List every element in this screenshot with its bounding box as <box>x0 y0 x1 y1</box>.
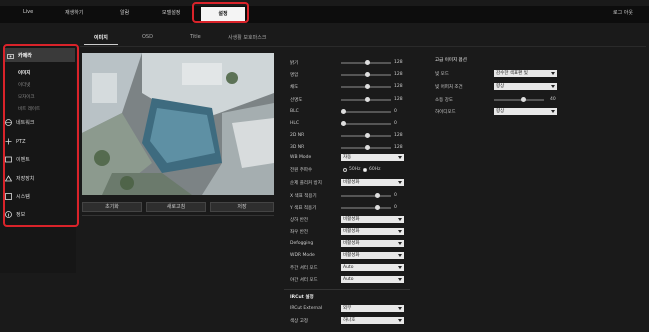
setting-select[interactable]: Auto <box>341 264 404 271</box>
setting-select[interactable]: 비활성화 <box>341 228 404 235</box>
power-frequency-label: 전원 주파수 <box>290 168 313 173</box>
y-ref-value: 0 <box>394 205 397 210</box>
dimming-strength-slider[interactable] <box>494 99 544 101</box>
slider-value: 128 <box>394 72 403 77</box>
setting-label: 야간 셔터 모드 <box>290 278 318 283</box>
setting-label: Defogging <box>290 241 314 246</box>
setting-label: WDR Mode <box>290 253 315 258</box>
dimming-strength-label: 소등 강도 <box>435 98 453 103</box>
x-ref-label: X 색표 적용기 <box>290 194 317 199</box>
ircut-title: IRCut 설정 <box>290 295 314 300</box>
slider-value: 128 <box>394 97 403 102</box>
slider-label: 선명도 <box>290 98 303 103</box>
tab-divider <box>80 46 646 47</box>
anti-flicker-label: 순제 플리커 방지 <box>290 181 322 186</box>
top-navigation: Live 재생하기 알람 모델설정 설정 로그 아웃 <box>0 6 649 23</box>
camera-scene-image <box>82 53 274 195</box>
slider-value: 128 <box>394 84 403 89</box>
setting-select[interactable]: 비활성화 <box>341 252 404 259</box>
x-ref-slider-knob[interactable] <box>375 193 380 198</box>
slider-value: 0 <box>394 109 397 114</box>
setting-slider-knob[interactable] <box>365 72 370 77</box>
slider-label: BLC <box>290 109 299 114</box>
setting-slider[interactable] <box>341 123 391 125</box>
tab-osd[interactable]: OSD <box>142 34 153 40</box>
slider-value: 0 <box>394 121 397 126</box>
setting-slider-knob[interactable] <box>365 145 370 150</box>
slider-label: 채도 <box>290 85 299 90</box>
nav-alarm[interactable]: 알람 <box>120 9 129 16</box>
setting-slider-knob[interactable] <box>341 121 346 126</box>
y-ref-slider[interactable] <box>341 207 391 209</box>
setup-highlight-box <box>192 2 249 23</box>
setting-select[interactable]: Auto <box>341 276 404 283</box>
preview-divider <box>82 215 274 216</box>
refresh-button[interactable]: 새로고침 <box>146 202 206 212</box>
ircut-external-label: IRCut External <box>290 306 323 311</box>
setting-select[interactable]: 비활성화 <box>341 216 404 223</box>
freq-50hz-label: 50Hz <box>349 167 361 172</box>
light-aperture-label: 빛 어퍼처 조건 <box>435 85 463 90</box>
nav-model-settings[interactable]: 모델설정 <box>162 9 180 16</box>
tab-privacy-mask[interactable]: 사생활 보호마스크 <box>228 34 266 41</box>
logout-link[interactable]: 로그 아웃 <box>613 9 633 16</box>
x-ref-value: 0 <box>394 193 397 198</box>
setting-label: 주간 셔터 모드 <box>290 266 318 271</box>
tab-image[interactable]: 이미지 <box>94 34 108 41</box>
tab-title[interactable]: Title <box>190 34 201 40</box>
y-ref-label: Y 색표 적용기 <box>290 206 317 211</box>
slider-value: 128 <box>394 60 403 65</box>
x-ref-slider[interactable] <box>341 195 391 197</box>
light-mode-label: 빛 모드 <box>435 72 449 77</box>
nav-live[interactable]: Live <box>23 9 33 15</box>
hidimode-select[interactable]: 향상 <box>494 108 557 115</box>
setting-slider[interactable] <box>341 111 391 113</box>
ircut-external-select[interactable]: 외부 <box>341 305 404 312</box>
setting-select[interactable]: 비활성화 <box>341 240 404 247</box>
save-button[interactable]: 저장 <box>210 202 274 212</box>
setting-slider-knob[interactable] <box>365 60 370 65</box>
setting-slider-knob[interactable] <box>341 109 346 114</box>
slider-label: HLC <box>290 121 300 126</box>
hidimode-label: 하이디모드 <box>435 110 456 115</box>
active-tab-underline <box>84 44 118 45</box>
slider-value: 128 <box>394 133 403 138</box>
setting-label: 상하 반전 <box>290 218 308 223</box>
app-window: Live 재생하기 알람 모델설정 설정 로그 아웃 이미지 OSD Title… <box>0 0 649 332</box>
light-aperture-select[interactable]: 향상 <box>494 83 557 90</box>
advanced-options-title: 고급 이미지 옵션 <box>435 58 467 63</box>
dimming-strength-knob[interactable] <box>521 97 526 102</box>
setting-slider-knob[interactable] <box>365 84 370 89</box>
slider-value: 128 <box>394 145 403 150</box>
anti-flicker-select[interactable]: 비활성화 <box>341 179 404 186</box>
ircut-divider <box>284 289 410 290</box>
sidebar-highlight-box <box>3 44 79 227</box>
wb-mode-select[interactable]: 자동 <box>341 154 404 161</box>
wb-mode-label: WB Mode <box>290 155 312 160</box>
freq-50hz-radio[interactable] <box>343 168 347 172</box>
nav-playback[interactable]: 재생하기 <box>65 9 83 16</box>
reset-button[interactable]: 초기화 <box>82 202 142 212</box>
slider-label: 3D NR <box>290 145 305 150</box>
slider-label: 2D NR <box>290 133 305 138</box>
color-lock-label: 색상 고정 <box>290 319 308 324</box>
color-lock-select[interactable]: 하나호 <box>341 317 404 324</box>
freq-60hz-label: 60Hz <box>369 167 381 172</box>
slider-label: 명암 <box>290 73 299 78</box>
y-ref-slider-knob[interactable] <box>375 205 380 210</box>
setting-label: 좌우 반전 <box>290 230 308 235</box>
freq-60hz-radio[interactable] <box>363 168 367 172</box>
slider-label: 밝기 <box>290 61 299 66</box>
setting-slider-knob[interactable] <box>365 97 370 102</box>
dimming-strength-value: 40 <box>550 97 556 102</box>
setting-slider-knob[interactable] <box>365 133 370 138</box>
camera-preview <box>82 53 274 195</box>
light-mode-select[interactable]: 감수한 색표편 빛 <box>494 70 557 77</box>
